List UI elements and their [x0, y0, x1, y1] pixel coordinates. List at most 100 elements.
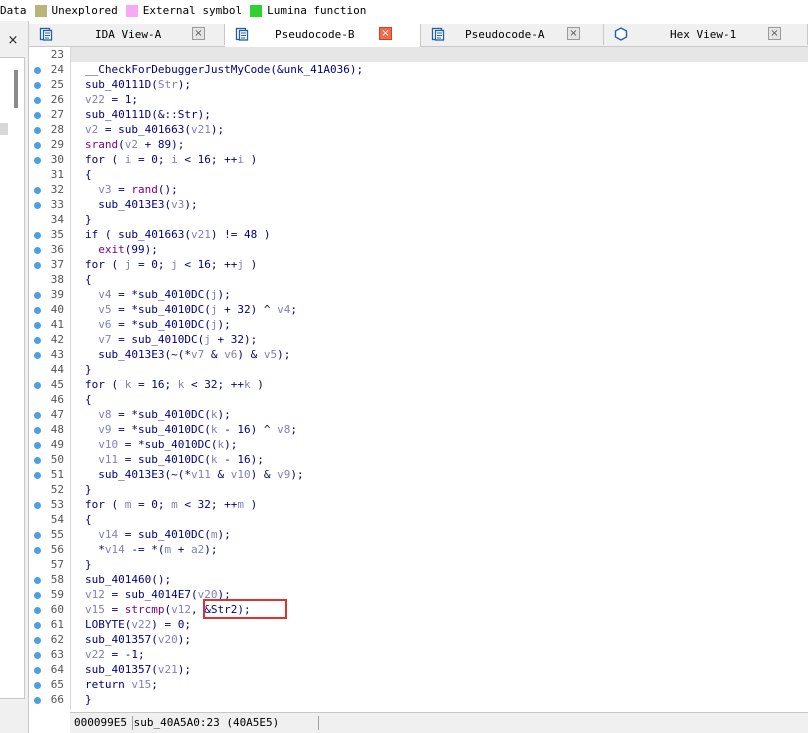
line-number: 62	[50, 633, 64, 646]
code-token: rand	[131, 183, 158, 196]
code-line[interactable]: 26 v22 = 1;	[30, 93, 808, 108]
code-text: exit(99);	[85, 243, 158, 256]
code-token: sub_4013E3(	[85, 198, 172, 211]
tab-hex-view-1[interactable]: Hex View-1 ×	[604, 24, 808, 45]
left-panel-body[interactable]: e	[0, 57, 25, 699]
code-line[interactable]: 29 srand(v2 + 89);	[30, 138, 808, 153]
tab-pseudocode-b[interactable]: Pseudocode-B ×	[225, 24, 421, 47]
left-panel-close-button[interactable]: ×	[0, 24, 26, 56]
tab-label: IDA View-A	[95, 28, 162, 41]
code-line[interactable]: 58 sub_401460();	[30, 573, 808, 588]
code-line[interactable]: 56 *v14 -= *(m + a2);	[30, 543, 808, 558]
tab-close-icon[interactable]: ×	[379, 27, 392, 40]
code-line[interactable]: 41 v6 = *sub_4010DC(j);	[30, 318, 808, 333]
code-text: sub_401357(v20);	[85, 633, 191, 646]
line-number: 52	[50, 483, 64, 496]
code-line[interactable]: 34}	[30, 213, 808, 228]
code-line[interactable]: 54 {	[30, 513, 808, 528]
code-token: );	[210, 123, 225, 136]
line-number: 50	[50, 453, 64, 466]
code-text: sub_4013E3(~(*v7 & v6) & v5);	[85, 348, 290, 361]
tab-close-icon[interactable]: ×	[567, 27, 580, 40]
code-token: = sub_4010DC(	[118, 528, 211, 541]
code-text: sub_401460();	[85, 573, 171, 586]
code-token: )	[243, 153, 258, 166]
code-line[interactable]: 32 v3 = rand();	[30, 183, 808, 198]
code-line[interactable]: 30 for ( i = 0; i < 16; ++i )	[30, 153, 808, 168]
line-number: 61	[50, 618, 64, 631]
code-line[interactable]: 61 LOBYTE(v22) = 0;	[30, 618, 808, 633]
code-token: v14	[98, 528, 119, 541]
code-line[interactable]: 45 for ( k = 16; k < 32; ++k )	[30, 378, 808, 393]
line-number: 47	[50, 408, 64, 421]
code-line[interactable]: 47 v8 = *sub_4010DC(k);	[30, 408, 808, 423]
code-line[interactable]: 38 {	[30, 273, 808, 288]
tab-pseudocode-a[interactable]: Pseudocode-A ×	[421, 24, 604, 45]
code-token: exit	[98, 243, 125, 256]
code-line[interactable]: 57}	[30, 558, 808, 573]
code-line[interactable]: 64 sub_401357(v21);	[30, 663, 808, 678]
code-token: )	[243, 258, 258, 271]
code-token: v6	[224, 348, 238, 361]
legend-item: Data	[0, 4, 27, 17]
line-number: 60	[50, 603, 64, 616]
code-line[interactable]: 66}	[30, 693, 808, 708]
code-line[interactable]: 51 sub_4013E3(~(*v11 & v10) & v9);	[30, 468, 808, 483]
code-line[interactable]: 62 sub_401357(v20);	[30, 633, 808, 648]
code-token: v10	[98, 438, 119, 451]
code-token: = sub_4010DC(	[118, 453, 211, 466]
code-line[interactable]: 63 v22 = -1;	[30, 648, 808, 663]
code-token: for (	[85, 378, 125, 391]
code-line[interactable]: 40 v5 = *sub_4010DC(j + 32) ^ v4;	[30, 303, 808, 318]
code-line[interactable]: 27 sub_40111D(&::Str);	[30, 108, 808, 123]
pseudocode-view[interactable]: 23 24 __CheckForDebuggerJustMyCode(&unk_41…	[30, 47, 808, 712]
code-token: < 16; ++	[177, 153, 238, 166]
tab-close-icon[interactable]: ×	[192, 27, 205, 40]
code-line[interactable]: 50 v11 = sub_4010DC(k - 16);	[30, 453, 808, 468]
code-line[interactable]: 43 sub_4013E3(~(*v7 & v6) & v5);	[30, 348, 808, 363]
code-token: __CheckForDebuggerJustMyCode(&unk_41A036…	[85, 63, 364, 76]
code-line[interactable]: 39 v4 = *sub_4010DC(j);	[30, 288, 808, 303]
line-number: 38	[50, 273, 64, 286]
code-token: = sub_401663(	[98, 123, 191, 136]
code-text: if ( sub_401663(v21) != 48 )	[85, 228, 270, 241]
status-bar: 000099E5 sub_40A5A0:23 (40A5E5)	[70, 712, 808, 733]
code-token: v5	[263, 348, 278, 361]
legend-label: Lumina function	[267, 4, 367, 17]
code-token: sub_4013E3(~(*	[85, 468, 191, 481]
tab-ida-view-a[interactable]: IDA View-A ×	[29, 24, 225, 45]
code-line[interactable]: 65 return v15;	[30, 678, 808, 693]
code-line[interactable]: 55 v14 = sub_4010DC(m);	[30, 528, 808, 543]
code-token: }	[85, 693, 92, 706]
code-line[interactable]: 36 exit(99);	[30, 243, 808, 258]
code-line[interactable]: 48 v9 = *sub_4010DC(k - 16) ^ v8;	[30, 423, 808, 438]
code-token: = *sub_4010DC(	[111, 288, 211, 301]
code-line[interactable]: 35 if ( sub_401663(v21) != 48 )	[30, 228, 808, 243]
code-line[interactable]: 25 sub_40111D(Str);	[30, 78, 808, 93]
code-text: }	[85, 558, 92, 571]
code-line[interactable]: 46 {	[30, 393, 808, 408]
code-line[interactable]: 52}	[30, 483, 808, 498]
line-number: 41	[50, 318, 64, 331]
code-token: v11	[190, 468, 211, 481]
left-panel-scrollbar-thumb[interactable]	[14, 70, 18, 108]
tab-close-icon[interactable]: ×	[768, 27, 781, 40]
code-token: v7	[98, 333, 112, 346]
code-line[interactable]: 31 {	[30, 168, 808, 183]
code-line[interactable]: 59 v12 = sub_4014E7(v20);	[30, 588, 808, 603]
code-line[interactable]: 60 v15 = strcmp(v12, &Str2);	[30, 603, 808, 618]
code-line[interactable]: 28 v2 = sub_401663(v21);	[30, 123, 808, 138]
code-token: v14	[104, 543, 125, 556]
highlight-box	[203, 599, 287, 619]
code-line[interactable]: 33 sub_4013E3(v3);	[30, 198, 808, 213]
code-line[interactable]: 42 v7 = sub_4010DC(j + 32);	[30, 333, 808, 348]
gutter-separator	[70, 47, 71, 710]
code-line[interactable]: 44}	[30, 363, 808, 378]
code-line[interactable]: 53 for ( m = 0; m < 32; ++m )	[30, 498, 808, 513]
legend-swatch	[250, 4, 263, 17]
hex-view-icon	[614, 27, 628, 41]
code-line[interactable]: 24 __CheckForDebuggerJustMyCode(&unk_41A0…	[30, 63, 808, 78]
code-line[interactable]: 37 for ( j = 0; j < 16; ++j )	[30, 258, 808, 273]
code-line[interactable]: 49 v10 = *sub_4010DC(k);	[30, 438, 808, 453]
